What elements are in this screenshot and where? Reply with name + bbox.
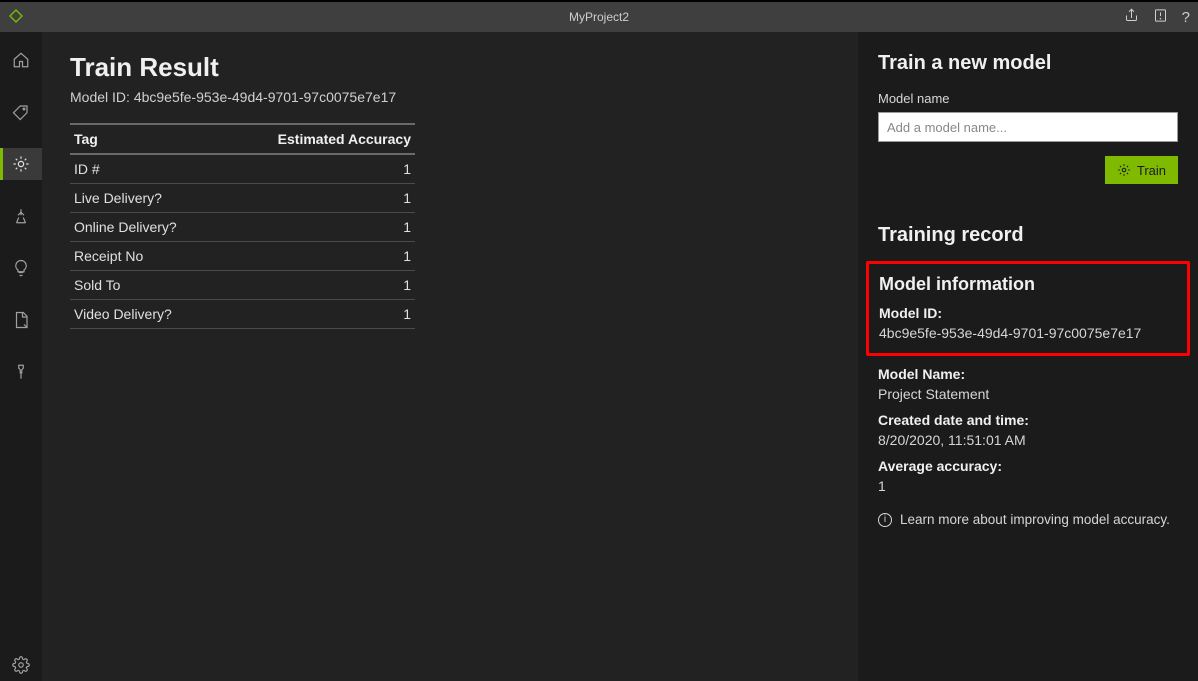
table-row: Online Delivery?1 [70,213,415,242]
info-icon: i [878,513,892,527]
table-row: Receipt No1 [70,242,415,271]
sidebar-item-settings[interactable] [0,649,42,681]
info-value-model-name: Project Statement [878,386,1178,402]
learn-more-text: Learn more about improving model accurac… [900,512,1170,527]
model-id-label: Model ID: [70,89,134,105]
sidebar-item-home[interactable] [0,44,42,76]
model-info-highlight: Model information Model ID: 4bc9e5fe-953… [866,261,1190,356]
sidebar [0,32,42,681]
training-record-heading: Training record [878,224,1178,247]
model-id-line: Model ID: 4bc9e5fe-953e-49d4-9701-97c007… [70,89,830,105]
sidebar-item-compose[interactable] [0,200,42,232]
sidebar-item-connect[interactable] [0,356,42,388]
info-label-avg-accuracy: Average accuracy: [878,458,1178,474]
table-row: ID #1 [70,154,415,184]
sidebar-item-analyze[interactable] [0,252,42,284]
sidebar-item-train[interactable] [0,148,42,180]
table-row: Live Delivery?1 [70,184,415,213]
model-info-heading: Model information [879,274,1177,295]
info-label-model-name: Model Name: [878,366,1178,382]
titlebar: MyProject2 ? [0,0,1198,32]
project-name: MyProject2 [569,10,629,24]
result-table: Tag Estimated Accuracy ID #1 Live Delive… [70,123,415,329]
titlebar-actions: ? [1124,8,1190,26]
train-button[interactable]: Train [1105,156,1178,184]
sidebar-item-document[interactable] [0,304,42,336]
table-row: Video Delivery?1 [70,300,415,329]
page-title: Train Result [70,52,830,83]
train-button-label: Train [1137,163,1166,178]
table-row: Sold To1 [70,271,415,300]
feedback-icon[interactable] [1153,8,1168,26]
info-value-model-id: 4bc9e5fe-953e-49d4-9701-97c0075e7e17 [879,325,1177,341]
gear-small-icon [1117,163,1131,177]
col-tag: Tag [70,124,222,154]
info-value-avg-accuracy: 1 [878,478,1178,494]
model-name-label: Model name [878,91,1178,106]
right-panel: Train a new model Model name Train Train… [858,32,1198,681]
info-value-created: 8/20/2020, 11:51:01 AM [878,432,1178,448]
info-label-created: Created date and time: [878,412,1178,428]
brand-icon [8,8,24,27]
learn-more-link[interactable]: i Learn more about improving model accur… [878,512,1178,527]
col-accuracy: Estimated Accuracy [222,124,415,154]
share-icon[interactable] [1124,8,1139,26]
model-id-value: 4bc9e5fe-953e-49d4-9701-97c0075e7e17 [134,89,396,105]
model-name-input[interactable] [878,112,1178,142]
train-new-heading: Train a new model [878,52,1178,75]
main-content: Train Result Model ID: 4bc9e5fe-953e-49d… [42,32,858,681]
help-icon[interactable]: ? [1182,9,1190,26]
info-label-model-id: Model ID: [879,305,1177,321]
sidebar-item-tags[interactable] [0,96,42,128]
